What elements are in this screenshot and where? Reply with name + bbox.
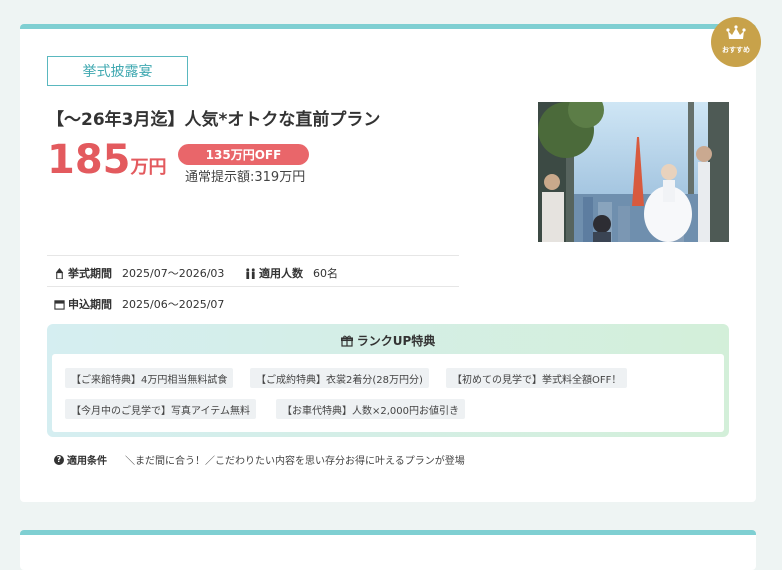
gift-icon [340, 335, 353, 347]
benefit-tag: 【今月中のご見学で】写真アイテム無料 [65, 399, 256, 419]
recommended-badge: おすすめ [711, 17, 761, 67]
ceremony-period: 挙式期間 2025/07～2026/03 [54, 265, 224, 281]
badge-label: おすすめ [722, 46, 750, 54]
application-period-value: 2025/06～2025/07 [122, 298, 225, 311]
application-period-label: 申込期間 [68, 298, 112, 311]
plan-price: 185万円 [47, 137, 167, 183]
rankup-tags: 【ご来館特典】4万円相当無料試食 【ご成約特典】衣裳2着分(28万円分) 【初め… [52, 354, 724, 432]
discount-badge: 135万円OFF [178, 144, 309, 165]
info-divider-top [47, 255, 459, 256]
benefit-tag: 【お車代特典】人数×2,000円お値引き [276, 399, 466, 419]
next-plan-card[interactable] [20, 530, 756, 570]
plan-card[interactable]: 挙式披露宴 【～26年3月迄】人気*オトクな直前プラン 185万円 135万円O… [20, 24, 756, 502]
wedding-photo [538, 102, 729, 242]
conditions: ? 適用条件 ＼まだ間に合う！／こだわりたい内容を思い存分お得に叶えるプランが登… [54, 452, 465, 467]
crown-icon [726, 25, 746, 39]
ceremony-period-label: 挙式期間 [68, 267, 112, 280]
guests-value: 60名 [313, 267, 338, 280]
price-unit: 万円 [130, 157, 167, 178]
rankup-section: ランクUP特典 【ご来館特典】4万円相当無料試食 【ご成約特典】衣裳2着分(28… [47, 324, 729, 437]
conditions-text: ＼まだ間に合う！／こだわりたい内容を思い存分お得に叶えるプランが登場 [125, 456, 465, 467]
benefit-tag: 【ご成約特典】衣裳2着分(28万円分) [250, 368, 429, 388]
plan-photo[interactable] [538, 102, 729, 242]
calendar-icon [54, 299, 65, 310]
benefit-tag: 【初めての見学で】挙式料全額OFF！ [446, 368, 628, 388]
people-icon [246, 267, 255, 279]
info-divider-middle [47, 286, 459, 287]
rankup-header: ランクUP特典 [47, 332, 729, 349]
guests-label: 適用人数 [259, 267, 303, 280]
question-icon: ? [54, 454, 64, 465]
rankup-title: ランクUP特典 [356, 334, 436, 348]
regular-price: 通常提示額:319万円 [185, 170, 306, 185]
guests: 適用人数 60名 [245, 265, 338, 281]
conditions-label: 適用条件 [67, 456, 107, 467]
ceremony-period-value: 2025/07～2026/03 [122, 267, 225, 280]
ceremony-icon [55, 267, 64, 279]
benefit-tag: 【ご来館特典】4万円相当無料試食 [65, 368, 234, 388]
price-number: 185 [47, 137, 131, 183]
plan-title[interactable]: 【～26年3月迄】人気*オトクな直前プラン [47, 105, 380, 130]
category-tag: 挙式披露宴 [47, 56, 188, 86]
application-period: 申込期間 2025/06～2025/07 [54, 296, 224, 312]
